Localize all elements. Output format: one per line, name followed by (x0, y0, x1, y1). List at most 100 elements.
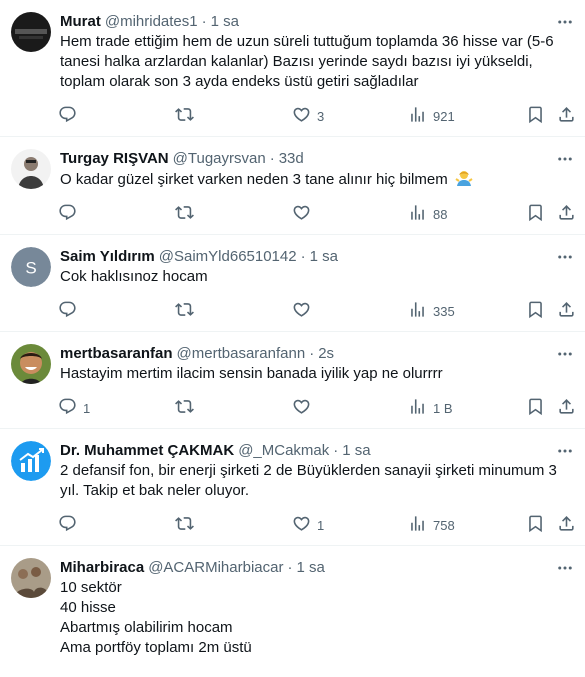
timestamp[interactable]: 1 sa (211, 12, 239, 32)
reply-tweet[interactable]: Murat @mihridates1 · 1 sa Hem trade ettiğim … (0, 0, 585, 137)
timestamp[interactable]: 2s (318, 344, 334, 364)
tweet-text-line: 2 defansif fon, bir enerji şirketi 2 de … (60, 462, 557, 479)
avatar[interactable] (11, 149, 51, 189)
reply-tweet[interactable]: Miharbiraca @ACARMiharbiacar · 1 sa 10 sektö… (0, 546, 585, 666)
share-button[interactable] (557, 514, 576, 536)
user-handle[interactable]: @mihridates1 (105, 12, 198, 32)
tweet-header: Dr. Muhammet ÇAKMAK @_MCakmak · 1 sa (60, 441, 569, 461)
user-handle[interactable]: @mertbasaranfann (177, 344, 306, 364)
tweet-text: Hem trade ettiğim hem de uzun süreli tut… (60, 32, 569, 92)
tweet-header: Turgay RIŞVAN @Tugayrsvan · 33d (60, 149, 569, 169)
shrug-emoji-icon (455, 171, 473, 186)
bookmark-icon (526, 300, 545, 322)
tweet-text-line: Ama portföy toplamı 2m üstü (60, 639, 252, 656)
like-count: 1 (317, 517, 325, 533)
views-button[interactable]: 921 (408, 105, 455, 127)
more-options-icon[interactable] (555, 12, 575, 32)
share-button[interactable] (557, 105, 576, 127)
tweet-actions: 1 1 B (58, 388, 574, 428)
share-button[interactable] (557, 300, 576, 322)
more-options-icon[interactable] (555, 558, 575, 578)
display-name[interactable]: Murat (60, 12, 101, 32)
like-button[interactable] (292, 397, 317, 419)
views-button[interactable]: 88 (408, 203, 447, 225)
separator-dot: · (269, 150, 275, 167)
timestamp[interactable]: 1 sa (342, 441, 370, 461)
reply-button[interactable] (58, 105, 83, 127)
retweet-button[interactable] (175, 203, 200, 225)
display-name[interactable]: Turgay RIŞVAN (60, 149, 169, 169)
retweet-button[interactable] (175, 105, 200, 127)
user-handle[interactable]: @SaimYld66510142 (159, 247, 297, 267)
display-name[interactable]: Miharbiraca (60, 558, 144, 578)
bookmark-button[interactable] (526, 514, 545, 536)
views-count: 758 (433, 517, 455, 533)
separator-dot: · (333, 442, 339, 459)
share-icon (557, 203, 576, 225)
avatar[interactable] (11, 344, 51, 384)
heart-icon (292, 514, 311, 536)
views-count: 88 (433, 206, 448, 222)
retweet-button[interactable] (175, 514, 200, 536)
views-button[interactable]: 1 B (408, 397, 453, 419)
reply-button[interactable] (58, 203, 83, 225)
display-name[interactable]: Saim Yıldırım (60, 247, 155, 267)
reply-tweet[interactable]: Turgay RIŞVAN @Tugayrsvan · 33d O kadar güze… (0, 137, 585, 235)
avatar[interactable] (11, 441, 51, 481)
reply-button[interactable]: 1 (58, 397, 90, 419)
retweet-button[interactable] (175, 300, 200, 322)
like-button[interactable] (292, 203, 317, 225)
like-button[interactable]: 3 (292, 105, 324, 127)
bookmark-icon (526, 105, 545, 127)
timestamp[interactable]: 1 sa (310, 247, 338, 267)
timestamp[interactable]: 1 sa (296, 558, 324, 578)
display-name[interactable]: mertbasaranfan (60, 344, 173, 364)
more-options-icon[interactable] (555, 441, 575, 461)
more-options-icon[interactable] (555, 149, 575, 169)
reply-icon (58, 105, 77, 127)
reply-button[interactable] (58, 300, 83, 322)
bookmark-button[interactable] (526, 203, 545, 225)
tweet-text-line: tanesi halka arzlardan kalanlar) Bazısı … (60, 53, 533, 70)
more-options-icon[interactable] (555, 247, 575, 267)
tweet-text-line: toplam olarak son 3 ayda endeks üstü get… (60, 73, 419, 90)
reply-count: 1 (83, 400, 91, 416)
reply-tweet[interactable]: S Saim Yıldırım @SaimYld66510142 · 1 sa Cok h… (0, 235, 585, 332)
separator-dot: · (309, 345, 315, 362)
display-name[interactable]: Dr. Muhammet ÇAKMAK (60, 441, 234, 461)
user-handle[interactable]: @_MCakmak (238, 441, 329, 461)
views-icon (408, 300, 427, 322)
more-options-icon[interactable] (555, 344, 575, 364)
reply-tweet[interactable]: mertbasaranfan @mertbasaranfann · 2s Hastayi… (0, 332, 585, 429)
views-count: 1 B (433, 400, 453, 416)
bookmark-button[interactable] (526, 300, 545, 322)
tweet-text-line: 10 sektör (60, 579, 122, 596)
avatar[interactable]: S (11, 247, 51, 287)
reply-tweet[interactable]: Dr. Muhammet ÇAKMAK @_MCakmak · 1 sa 2 defan… (0, 429, 585, 546)
user-handle[interactable]: @Tugayrsvan (173, 149, 266, 169)
share-button[interactable] (557, 397, 576, 419)
reply-icon (58, 300, 77, 322)
views-button[interactable]: 335 (408, 300, 455, 322)
tweet-header: Murat @mihridates1 · 1 sa (60, 12, 569, 32)
user-handle[interactable]: @ACARMiharbiacar (148, 558, 283, 578)
heart-icon (292, 397, 311, 419)
tweet-text: Hastayim mertim ilacim sensin banada iyi… (60, 364, 569, 384)
like-button[interactable] (292, 300, 317, 322)
retweet-icon (175, 300, 194, 322)
timestamp[interactable]: 33d (279, 149, 304, 169)
tweet-header: Saim Yıldırım @SaimYld66510142 · 1 sa (60, 247, 569, 267)
tweet-header: Miharbiraca @ACARMiharbiacar · 1 sa (60, 558, 569, 578)
avatar[interactable] (11, 12, 51, 52)
tweet-text-line: 40 hisse (60, 599, 116, 616)
tweet-text-line: O kadar güzel şirket varken neden 3 tane… (60, 169, 563, 190)
bookmark-button[interactable] (526, 397, 545, 419)
tweet-text: 2 defansif fon, bir enerji şirketi 2 de … (60, 461, 569, 501)
views-button[interactable]: 758 (408, 514, 455, 536)
avatar[interactable] (11, 558, 51, 598)
reply-button[interactable] (58, 514, 83, 536)
like-button[interactable]: 1 (292, 514, 324, 536)
retweet-button[interactable] (175, 397, 200, 419)
share-button[interactable] (557, 203, 576, 225)
bookmark-button[interactable] (526, 105, 545, 127)
